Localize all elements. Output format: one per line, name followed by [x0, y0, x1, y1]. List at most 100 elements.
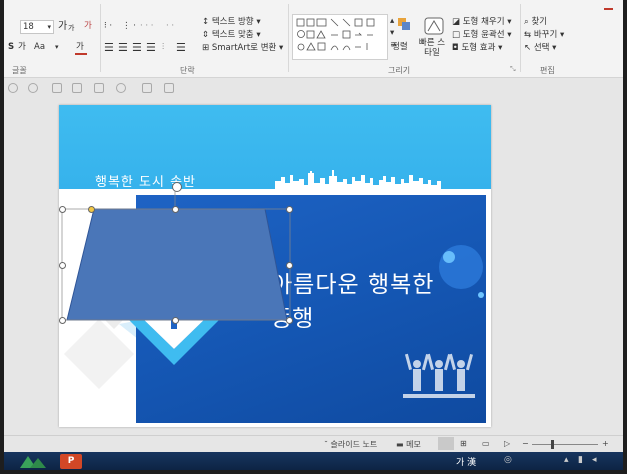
font-color-button[interactable]: 가 — [76, 42, 84, 53]
slideshow-icon[interactable] — [52, 83, 62, 93]
table-icon[interactable] — [142, 83, 152, 93]
powerpoint-taskbar-icon[interactable]: P — [60, 454, 82, 469]
text-direction-label: 텍스트 방향 — [211, 17, 254, 27]
smartart-label: SmartArt로 변환 — [211, 43, 277, 53]
justify-icon[interactable]: ☰ — [146, 42, 156, 53]
align-text-label: 텍스트 맞춤 — [211, 30, 254, 40]
slideshow-view-icon[interactable]: ▷ — [504, 439, 510, 448]
undo-icon[interactable] — [8, 83, 18, 93]
bullets-button[interactable]: ⁝ · — [104, 21, 112, 32]
line-spacing-button[interactable]: · · — [166, 21, 174, 32]
select-button[interactable]: ↖ 선택 ▾ — [524, 43, 556, 54]
customize-qat-icon[interactable] — [164, 83, 174, 93]
group-label-font: 글꼴 — [12, 66, 27, 75]
shape-gallery-icons[interactable] — [293, 15, 389, 61]
shape-gallery[interactable] — [292, 14, 388, 60]
zoom-slider-track[interactable] — [532, 444, 598, 445]
status-bar: ˘ 슬라이드 노트 ▬ 메모 ⊞ ▭ ▷ − + — [4, 435, 623, 451]
font-size-value: 18 — [23, 22, 34, 32]
group-label-editing: 편집 — [540, 66, 555, 75]
group-separator — [100, 4, 101, 72]
change-case-button[interactable]: Aa — [34, 42, 45, 53]
shape-fill-button[interactable]: ◪ 도형 채우기 ▾ — [452, 17, 512, 28]
font-size-combobox[interactable]: 18 ▾ — [20, 20, 54, 34]
align-text-button[interactable]: ⇕ 텍스트 맞춤 ▾ — [202, 30, 261, 41]
tray-arrow-icon[interactable]: ▴ — [564, 455, 569, 465]
taskbar-app-icon[interactable] — [18, 454, 48, 470]
align-left-icon[interactable]: ☰ — [104, 42, 114, 53]
arrange-button[interactable]: 정렬 — [392, 42, 408, 53]
touch-mode-icon[interactable] — [72, 83, 82, 93]
window-indicator — [604, 8, 613, 10]
ribbon: 18 ▾ 가 가 가 S 가 Aa ▾ 가 글꼴 ⁝ · ⋮ · · · · ·… — [4, 0, 623, 78]
smartart-button[interactable]: ⊞ SmartArt로 변환 ▾ — [202, 43, 283, 54]
adjust-handle[interactable] — [88, 206, 95, 213]
spell-check-icon[interactable] — [116, 83, 126, 93]
numbering-button[interactable]: ⋮ · — [122, 21, 136, 32]
align-center-icon[interactable]: ☰ — [118, 42, 128, 53]
gallery-scroll-down-icon[interactable]: ▾ — [390, 28, 394, 39]
team-celebrating-icon — [403, 353, 475, 398]
clear-format-button[interactable]: 가 — [84, 21, 92, 32]
resize-handle-bottom-right[interactable] — [286, 317, 293, 324]
arrange-icon[interactable] — [397, 17, 411, 31]
zoom-out-icon[interactable]: − — [522, 439, 529, 448]
resize-handle-top[interactable] — [172, 206, 179, 213]
resize-handle-left[interactable] — [59, 262, 66, 269]
shape-effects-label: 도형 효과 — [461, 43, 496, 53]
reading-view-icon[interactable]: ▭ — [482, 439, 490, 448]
comments-button[interactable]: ▬ 메모 — [396, 439, 421, 450]
group-separator — [288, 4, 289, 72]
gallery-scroll-up-icon[interactable]: ▴ — [390, 16, 394, 27]
align-right-icon[interactable]: ☰ — [132, 42, 142, 53]
columns-icon[interactable]: ⫶ — [162, 42, 164, 53]
resize-handle-bottom-left[interactable] — [59, 317, 66, 324]
quick-styles-icon[interactable] — [424, 17, 444, 35]
volume-icon[interactable]: ◂ — [592, 455, 597, 465]
shadow-button[interactable]: S — [8, 42, 14, 53]
zoom-in-icon[interactable]: + — [602, 439, 609, 448]
resize-handle-top-left[interactable] — [59, 206, 66, 213]
list-icon[interactable]: ☰ — [176, 42, 186, 53]
char-spacing-button[interactable]: 가 — [18, 42, 26, 53]
chevron-down-icon[interactable]: ▾ — [55, 42, 59, 53]
resize-handle-right[interactable] — [286, 262, 293, 269]
shape-outline-button[interactable]: □ 도형 윤곽선 ▾ — [452, 30, 512, 41]
text-direction-button[interactable]: ↕ 텍스트 방향 ▾ — [202, 17, 261, 28]
comments-label: 메모 — [406, 440, 421, 449]
shrink-font-button[interactable]: 가 — [68, 23, 74, 34]
notes-button[interactable]: ˘ 슬라이드 노트 — [324, 439, 377, 450]
group-separator — [520, 4, 521, 72]
replace-button[interactable]: ⇆ 바꾸기 ▾ — [524, 30, 564, 41]
font-color-swatch — [75, 53, 87, 55]
find-button[interactable]: ⌕ 찾기 — [524, 17, 547, 28]
format-painter-icon[interactable] — [94, 83, 104, 93]
shape-effects-button[interactable]: ◘ 도형 효과 ▾ — [452, 43, 502, 54]
notes-label: 슬라이드 노트 — [330, 440, 378, 449]
windows-taskbar: P 가 漢 ◎ ▴ ▮ ◂ — [4, 452, 623, 470]
normal-view-button[interactable] — [438, 437, 454, 450]
replace-label: 바꾸기 — [533, 30, 558, 40]
city-skyline-graphic — [275, 170, 441, 189]
quick-styles-button[interactable]: 빠른 스타일 — [417, 38, 447, 58]
indent-buttons[interactable]: · · · — [140, 21, 154, 32]
redo-icon[interactable] — [28, 83, 38, 93]
quick-access-toolbar — [4, 78, 623, 98]
group-label-drawing: 그리기 — [388, 66, 411, 75]
selection-frame — [61, 187, 291, 321]
powerpoint-window: 18 ▾ 가 가 가 S 가 Aa ▾ 가 글꼴 ⁝ · ⋮ · · · · ·… — [4, 0, 623, 470]
resize-handle-bottom[interactable] — [172, 317, 179, 324]
slide-sorter-icon[interactable]: ⊞ — [460, 439, 467, 448]
shape-fill-label: 도형 채우기 — [462, 17, 505, 27]
resize-handle-top-right[interactable] — [286, 206, 293, 213]
zoom-slider-thumb[interactable] — [551, 440, 554, 449]
dialog-launcher-icon[interactable]: ⤡ — [510, 64, 516, 75]
ime-indicator[interactable]: 가 漢 — [456, 455, 476, 468]
rotation-handle[interactable] — [172, 182, 182, 192]
ime-mode-icon[interactable]: ◎ — [504, 455, 512, 465]
network-icon[interactable]: ▮ — [578, 455, 583, 465]
select-label: 선택 — [533, 43, 550, 53]
grow-font-button[interactable]: 가 — [58, 21, 67, 32]
find-label: 찾기 — [531, 17, 548, 27]
chevron-down-icon[interactable]: ▾ — [47, 21, 51, 33]
